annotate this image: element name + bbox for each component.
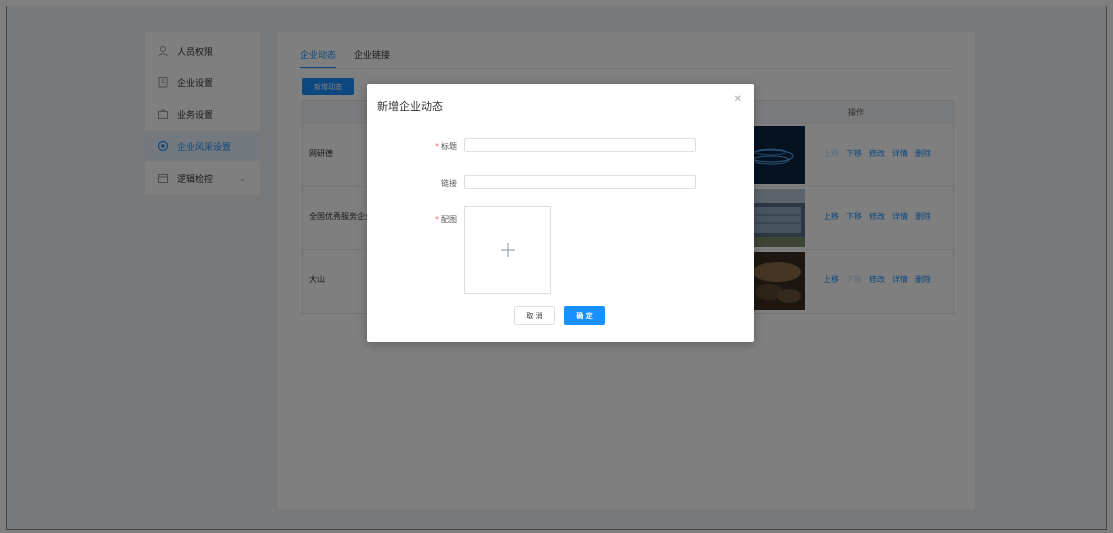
title-label-text: 标题 xyxy=(441,142,457,151)
required-marker: * xyxy=(435,142,439,151)
image-label-text: 配图 xyxy=(441,215,457,224)
required-marker: * xyxy=(435,215,439,224)
image-label: * 配图 xyxy=(435,214,457,225)
title-input[interactable] xyxy=(464,138,696,152)
close-icon[interactable]: ✕ xyxy=(734,94,742,105)
image-uploader[interactable] xyxy=(464,206,551,294)
title-label: * 标题 xyxy=(435,141,457,152)
add-news-dialog: 新增企业动态 ✕ * 标题 链接 * 配图 取 消 确 定 xyxy=(367,84,754,342)
plus-icon xyxy=(500,243,515,257)
link-input[interactable] xyxy=(464,175,696,189)
cancel-button[interactable]: 取 消 xyxy=(514,306,555,325)
link-label: 链接 xyxy=(441,178,457,189)
dialog-title: 新增企业动态 xyxy=(377,100,443,113)
confirm-button[interactable]: 确 定 xyxy=(564,306,605,325)
link-label-text: 链接 xyxy=(441,179,457,188)
